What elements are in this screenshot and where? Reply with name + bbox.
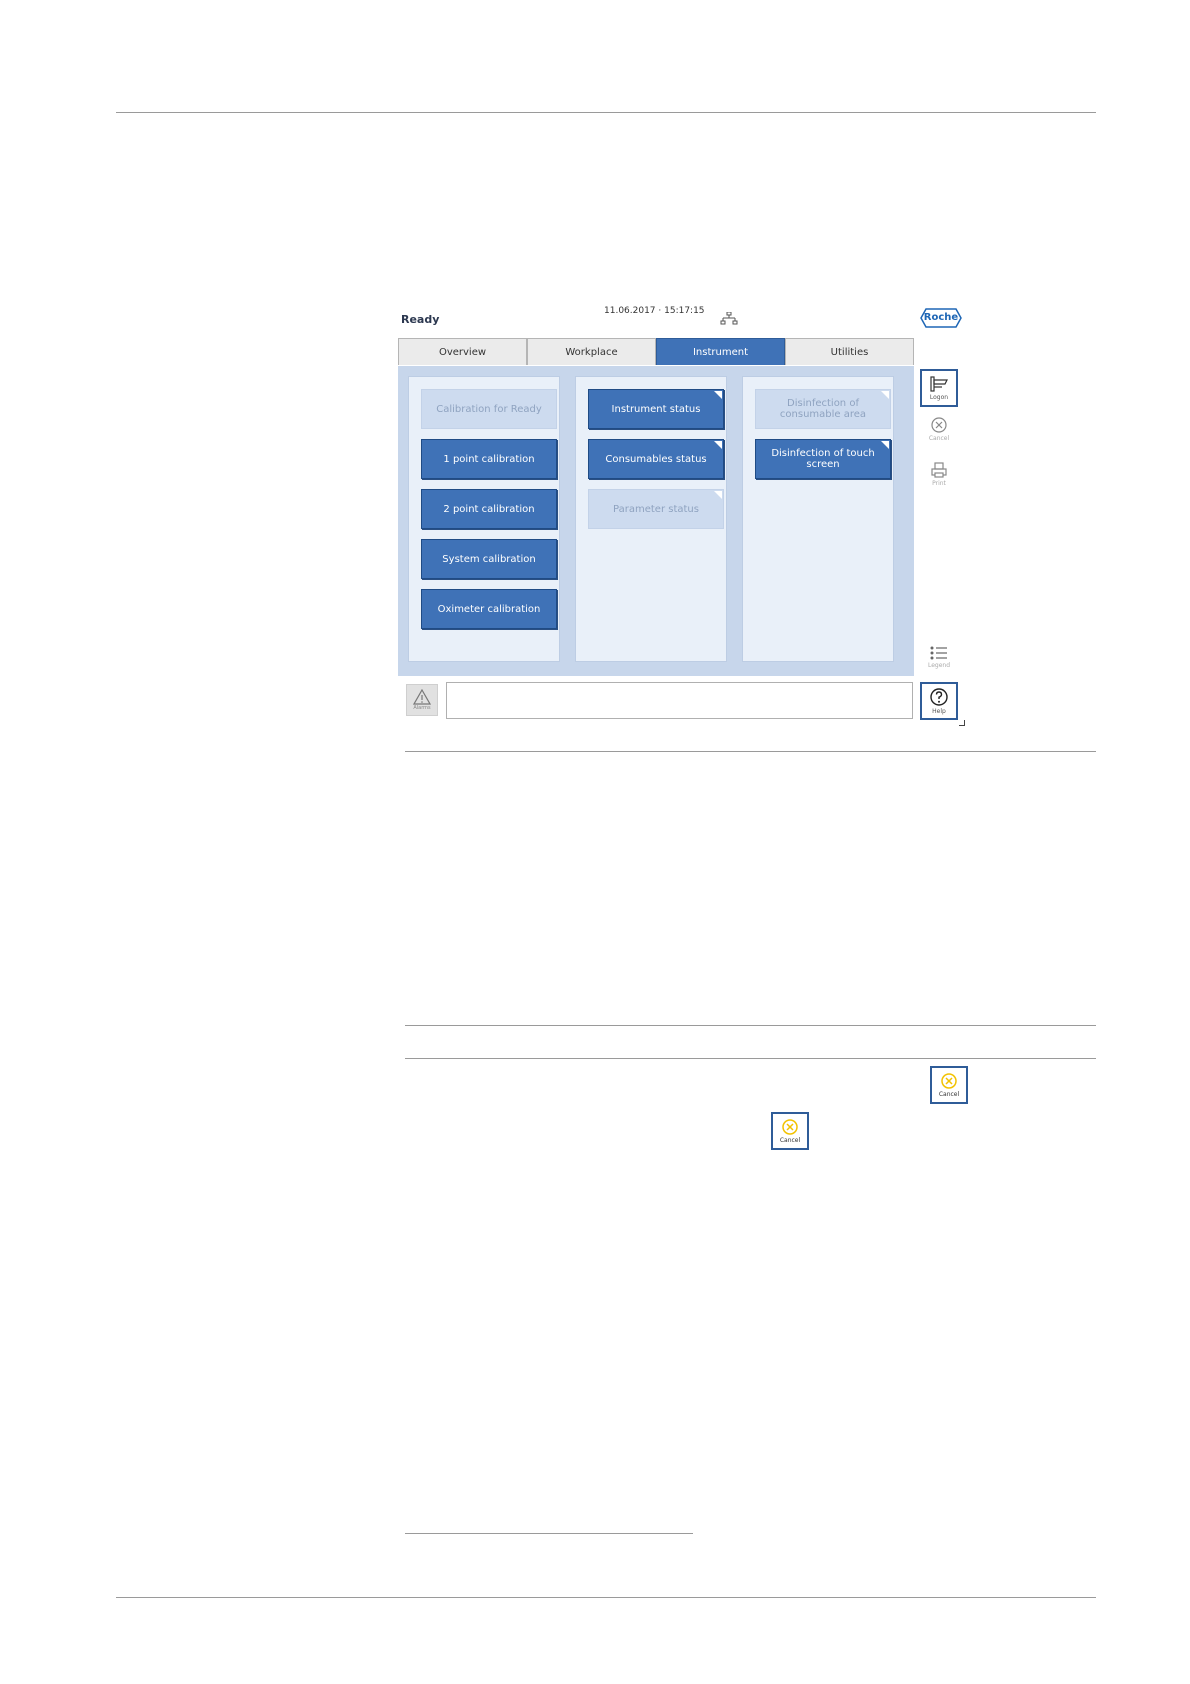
button-label: 1 point calibration <box>443 453 535 465</box>
tab-utilities[interactable]: Utilities <box>785 338 914 365</box>
submenu-corner-icon <box>881 391 889 399</box>
figure-rule <box>405 751 1096 752</box>
alarms-label: Alarms <box>413 705 431 711</box>
cancel-label: Cancel <box>928 435 950 442</box>
footnote-rule <box>405 1533 693 1534</box>
roche-logo-text: Roche <box>923 312 959 323</box>
cancel-icon <box>941 1073 957 1089</box>
legend-label: Legend <box>927 662 951 669</box>
tab-overview[interactable]: Overview <box>398 338 527 365</box>
logon-button[interactable]: Logon <box>920 369 958 407</box>
tab-workplace[interactable]: Workplace <box>527 338 656 365</box>
disinfection-touch-screen-button[interactable]: Disinfection of touch screen <box>755 439 891 479</box>
legend-icon <box>930 646 947 660</box>
main-tabs: Overview Workplace Instrument Utilities <box>398 338 914 366</box>
status-column: Instrument status Consumables status Par… <box>575 376 727 662</box>
cancel-icon <box>782 1119 798 1135</box>
button-label: Parameter status <box>613 503 699 515</box>
button-label: Consumables status <box>605 453 707 465</box>
inline-cancel-button-1: Cancel <box>930 1066 968 1104</box>
logon-icon <box>930 376 948 392</box>
submenu-corner-icon <box>714 491 722 499</box>
network-icon <box>720 312 738 325</box>
tab-instrument[interactable]: Instrument <box>656 338 785 365</box>
print-button[interactable]: Print <box>920 455 958 493</box>
one-point-calibration-button[interactable]: 1 point calibration <box>421 439 557 479</box>
button-label: Calibration for Ready <box>436 403 542 415</box>
parameter-status-button[interactable]: Parameter status <box>588 489 724 529</box>
print-icon <box>931 462 947 478</box>
alarms-button[interactable]: Alarms <box>406 684 438 716</box>
calibration-column: Calibration for Ready 1 point calibratio… <box>408 376 560 662</box>
button-label: Disinfection of touch screen <box>771 448 875 470</box>
disinfection-consumable-area-button[interactable]: Disinfection of consumable area <box>755 389 891 429</box>
two-point-calibration-button[interactable]: 2 point calibration <box>421 489 557 529</box>
instrument-panel: Calibration for Ready 1 point calibratio… <box>398 366 914 676</box>
legend-button[interactable]: Legend <box>920 638 958 676</box>
help-button[interactable]: Help <box>920 682 958 720</box>
print-label: Print <box>932 480 946 487</box>
bottom-bar: Alarms Help <box>398 676 966 720</box>
calibration-for-ready-button[interactable]: Calibration for Ready <box>421 389 557 429</box>
status-ready: Ready <box>401 313 440 326</box>
inline-cancel-button-2: Cancel <box>771 1112 809 1150</box>
submenu-corner-icon <box>714 441 722 449</box>
disinfection-column: Disinfection of consumable area Disinfec… <box>742 376 894 662</box>
submenu-corner-icon <box>714 391 722 399</box>
logon-label: Logon <box>929 394 949 401</box>
consumables-status-button[interactable]: Consumables status <box>588 439 724 479</box>
inline-cancel-label: Cancel <box>938 1091 960 1098</box>
system-calibration-button[interactable]: System calibration <box>421 539 557 579</box>
warning-icon <box>413 689 431 705</box>
resize-corner-icon <box>959 720 965 726</box>
button-label: Oximeter calibration <box>437 603 541 615</box>
button-label: Instrument status <box>611 403 701 415</box>
inline-cancel-label: Cancel <box>779 1137 801 1144</box>
button-label: 2 point calibration <box>443 503 535 515</box>
help-label: Help <box>932 708 946 715</box>
cancel-button[interactable]: Cancel <box>920 410 958 448</box>
section-rule-bottom <box>405 1058 1096 1059</box>
button-label: System calibration <box>442 553 536 565</box>
cancel-icon <box>931 417 947 433</box>
datetime: 11.06.2017 · 15:17:15 <box>604 306 705 316</box>
instrument-status-button[interactable]: Instrument status <box>588 389 724 429</box>
submenu-corner-icon <box>881 441 889 449</box>
oximeter-calibration-button[interactable]: Oximeter calibration <box>421 589 557 629</box>
instrument-screen: Ready 11.06.2017 · 15:17:15 Roche Overvi… <box>398 302 966 728</box>
header-rule <box>116 112 1096 113</box>
section-rule-top <box>405 1025 1096 1026</box>
message-field <box>446 682 913 719</box>
button-label: Disinfection of consumable area <box>779 398 867 420</box>
footer-rule <box>116 1597 1096 1598</box>
help-icon <box>930 688 948 706</box>
